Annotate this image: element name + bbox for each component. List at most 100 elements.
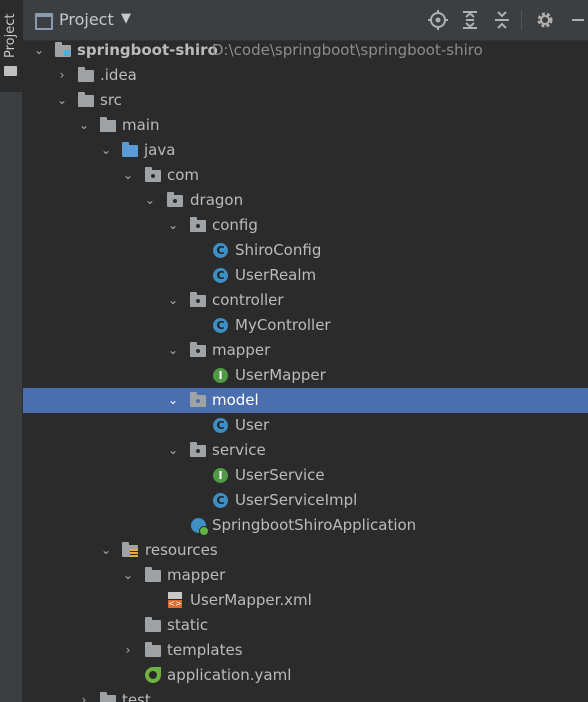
tree-row-user-service[interactable]: I UserService xyxy=(23,463,588,488)
package-icon xyxy=(167,192,183,207)
package-icon xyxy=(190,442,206,457)
tree-row-static[interactable]: static xyxy=(23,613,588,638)
project-view-title[interactable]: Project xyxy=(59,10,114,29)
chevron-right-icon[interactable]: › xyxy=(55,63,69,88)
tree-row-shiro-config[interactable]: C ShiroConfig xyxy=(23,238,588,263)
project-tool-tab[interactable]: Project xyxy=(0,0,22,92)
package-label: com xyxy=(167,166,200,184)
tree-row-java[interactable]: ⌄ java xyxy=(23,138,588,163)
package-label: controller xyxy=(212,291,284,309)
folder-label: templates xyxy=(167,641,243,659)
tree-row-mapper[interactable]: ⌄ mapper xyxy=(23,338,588,363)
hide-icon[interactable] xyxy=(566,8,588,32)
chevron-down-icon[interactable]: ⌄ xyxy=(121,563,135,588)
tree-row-user-realm[interactable]: C UserRealm xyxy=(23,263,588,288)
chevron-down-icon[interactable]: ⌄ xyxy=(121,163,135,188)
tree-row-config[interactable]: ⌄ config xyxy=(23,213,588,238)
tree-row-service[interactable]: ⌄ service xyxy=(23,438,588,463)
file-label: application.yaml xyxy=(167,666,292,684)
spring-boot-app-icon xyxy=(191,518,209,536)
package-label: service xyxy=(212,441,266,459)
package-label: dragon xyxy=(190,191,244,209)
package-label: config xyxy=(212,216,258,234)
chevron-down-icon[interactable]: ⌄ xyxy=(166,338,180,363)
folder-icon xyxy=(145,617,161,632)
tree-row-controller[interactable]: ⌄ controller xyxy=(23,288,588,313)
chevron-down-icon[interactable]: ⌄ xyxy=(166,388,180,413)
xml-file-icon: <> xyxy=(168,592,182,608)
caret-down-icon[interactable]: ▼ xyxy=(121,11,131,26)
tree-row-user-service-impl[interactable]: C UserServiceImpl xyxy=(23,488,588,513)
chevron-down-icon[interactable]: ⌄ xyxy=(166,288,180,313)
tree-row-project[interactable]: ⌄ springboot-shiro D:\code\springboot\sp… xyxy=(23,40,588,63)
interface-icon: I xyxy=(213,368,228,383)
class-label: SpringbootShiroApplication xyxy=(212,516,417,534)
package-icon xyxy=(145,167,161,182)
class-label: UserRealm xyxy=(235,266,317,284)
collapse-all-icon[interactable] xyxy=(490,8,514,32)
locate-icon[interactable] xyxy=(426,8,450,32)
class-icon: C xyxy=(213,318,228,333)
package-icon xyxy=(190,292,206,307)
class-label: MyController xyxy=(235,316,331,334)
module-folder-icon xyxy=(55,42,71,57)
tree-row-user-mapper-xml[interactable]: <> UserMapper.xml xyxy=(23,588,588,613)
folder-icon xyxy=(100,692,116,702)
tree-row-res-mapper[interactable]: ⌄ mapper xyxy=(23,563,588,588)
interface-label: UserMapper xyxy=(235,366,326,384)
folder-label: resources xyxy=(145,541,218,559)
class-icon: C xyxy=(213,243,228,258)
chevron-down-icon[interactable]: ⌄ xyxy=(99,538,113,563)
class-label: User xyxy=(235,416,270,434)
tree-row-application-yaml[interactable]: application.yaml xyxy=(23,663,588,688)
chevron-right-icon[interactable]: › xyxy=(121,638,135,663)
chevron-down-icon[interactable]: ⌄ xyxy=(166,213,180,238)
spring-yaml-icon xyxy=(145,667,161,683)
folder-label: main xyxy=(122,116,160,134)
class-icon: C xyxy=(213,493,228,508)
package-label: mapper xyxy=(212,341,271,359)
chevron-right-icon[interactable]: › xyxy=(77,688,91,702)
interface-label: UserService xyxy=(235,466,325,484)
tree-row-main[interactable]: ⌄ main xyxy=(23,113,588,138)
tree-row-templates[interactable]: › templates xyxy=(23,638,588,663)
chevron-down-icon[interactable]: ⌄ xyxy=(55,88,69,113)
tree-row-idea[interactable]: › .idea xyxy=(23,63,588,88)
class-icon: C xyxy=(213,268,228,283)
folder-icon xyxy=(78,67,94,82)
tree-row-my-controller[interactable]: C MyController xyxy=(23,313,588,338)
folder-label: java xyxy=(144,141,176,159)
tree-row-model[interactable]: ⌄ model xyxy=(23,388,588,413)
tree-row-user[interactable]: C User xyxy=(23,413,588,438)
package-icon xyxy=(190,392,206,407)
folder-label: test xyxy=(122,691,151,702)
tree-row-test[interactable]: › test xyxy=(23,688,588,702)
folder-icon xyxy=(145,642,161,657)
folder-icon xyxy=(4,66,17,76)
window-icon xyxy=(35,13,53,30)
expand-all-icon[interactable] xyxy=(458,8,482,32)
tree-row-user-mapper[interactable]: I UserMapper xyxy=(23,363,588,388)
tree-row-resources[interactable]: ⌄ resources xyxy=(23,538,588,563)
tree-row-src[interactable]: ⌄ src xyxy=(23,88,588,113)
interface-icon: I xyxy=(213,468,228,483)
project-tree: ⌄ springboot-shiro D:\code\springboot\sp… xyxy=(23,40,588,702)
folder-icon xyxy=(78,92,94,107)
toolbar-separator xyxy=(521,10,522,30)
tree-row-dragon[interactable]: ⌄ dragon xyxy=(23,188,588,213)
chevron-down-icon[interactable]: ⌄ xyxy=(166,438,180,463)
chevron-down-icon[interactable]: ⌄ xyxy=(99,138,113,163)
folder-icon xyxy=(100,117,116,132)
project-name: springboot-shiro xyxy=(77,41,218,59)
package-icon xyxy=(190,217,206,232)
folder-label: .idea xyxy=(100,66,137,84)
tree-row-com[interactable]: ⌄ com xyxy=(23,163,588,188)
tree-row-application[interactable]: SpringbootShiroApplication xyxy=(23,513,588,538)
chevron-down-icon[interactable]: ⌄ xyxy=(143,188,157,213)
settings-icon[interactable] xyxy=(533,8,557,32)
package-label: model xyxy=(212,391,259,409)
folder-icon xyxy=(145,567,161,582)
chevron-down-icon[interactable]: ⌄ xyxy=(32,40,46,63)
chevron-down-icon[interactable]: ⌄ xyxy=(77,113,91,138)
file-label: UserMapper.xml xyxy=(190,591,312,609)
